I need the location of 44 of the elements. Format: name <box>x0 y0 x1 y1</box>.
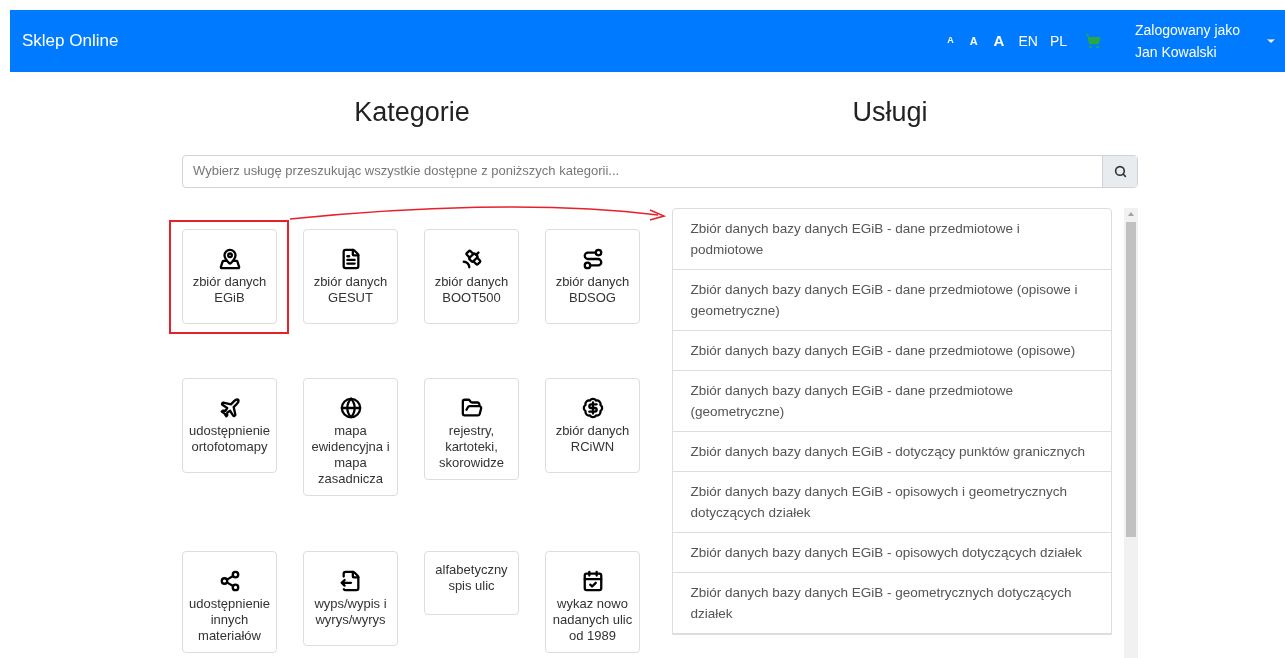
service-item[interactable]: Zbiór danych bazy danych EGiB - dane przedmiotowe (opisowe) <box>673 330 1112 371</box>
category-tile[interactable]: wykaz nowo nadanych ulic od 1989 <box>545 550 640 653</box>
language-button[interactable]: PL <box>1043 30 1073 52</box>
service-item[interactable]: Zbiór danych bazy danych EGiB - dotyczący punktów granicznych <box>673 431 1112 472</box>
font-size-button[interactable]: A <box>939 34 962 48</box>
category-tile[interactable]: rejestry, kartoteki, skorowidze <box>424 378 519 481</box>
user-label: Zalogowany jako <box>1135 21 1242 40</box>
category-tile[interactable]: zbiór danych BDSOG <box>545 228 640 324</box>
user-menu[interactable]: Zalogowany jako Jan Kowalski <box>1135 19 1277 63</box>
document-export-icon <box>339 569 362 592</box>
service-item[interactable]: Zbiór danych bazy danych EGiB - opisowych i geometrycznych dotyczących działek <box>673 471 1112 533</box>
scrollbar[interactable] <box>1124 207 1138 658</box>
font-size-button[interactable]: A <box>961 32 986 50</box>
share-icon <box>218 569 241 592</box>
category-tile[interactable]: zbiór danych GESUT <box>303 228 398 324</box>
section-heading: Usługi <box>852 96 928 129</box>
user-name: Jan Kowalski <box>1135 43 1218 62</box>
dollar-badge-icon <box>581 397 604 420</box>
route-icon <box>581 247 604 270</box>
category-tile[interactable]: udostępnienie ortofotomapy <box>182 378 277 474</box>
category-tile[interactable]: mapa ewidencyjna i mapa zasadnicza <box>303 378 398 497</box>
service-item[interactable]: Zbiór danych bazy danych EGiB - opisowych dotyczących działek <box>673 532 1112 573</box>
search-button[interactable] <box>1102 155 1137 187</box>
category-tile[interactable]: zbiór danych RCiWN <box>545 378 640 474</box>
satellite-icon <box>460 247 483 270</box>
cart-icon[interactable] <box>1085 33 1101 49</box>
calendar-check-icon <box>581 569 604 592</box>
service-item[interactable]: Zbiór danych bazy danych EGiB - dane przedmiotowe (geometryczne) <box>673 370 1112 432</box>
map-pin-icon <box>218 247 241 270</box>
category-tile[interactable]: udostępnienie innych materiałów <box>182 550 277 653</box>
category-tile[interactable]: zbiór danych BOOT500 <box>424 228 519 324</box>
category-tile[interactable]: zbiór danych EGiB <box>182 228 277 324</box>
service-item[interactable]: Zbiór danych bazy danych EGiB - dane przedmiotowe (opisowe i geometryczne) <box>673 269 1112 331</box>
service-item[interactable]: Zbiór danych bazy danych EGiB - dane przedmiotowe i podmiotowe <box>673 208 1112 270</box>
category-tile[interactable]: wyps/wypis i wyrys/wyrys <box>303 550 398 646</box>
section-heading: Kategorie <box>354 96 470 129</box>
plane-icon <box>218 397 241 420</box>
brand-link[interactable]: Sklep Online <box>22 28 119 54</box>
font-size-button[interactable]: A <box>985 29 1013 53</box>
service-item[interactable]: Zbiór danych bazy danych EGiB - geometrycznych dotyczących działek <box>673 572 1112 634</box>
globe-icon <box>339 397 362 420</box>
language-button[interactable]: EN <box>1012 30 1044 52</box>
search-icon <box>1113 164 1127 178</box>
category-tile[interactable]: alfabetyczny spis ulic <box>424 550 519 615</box>
